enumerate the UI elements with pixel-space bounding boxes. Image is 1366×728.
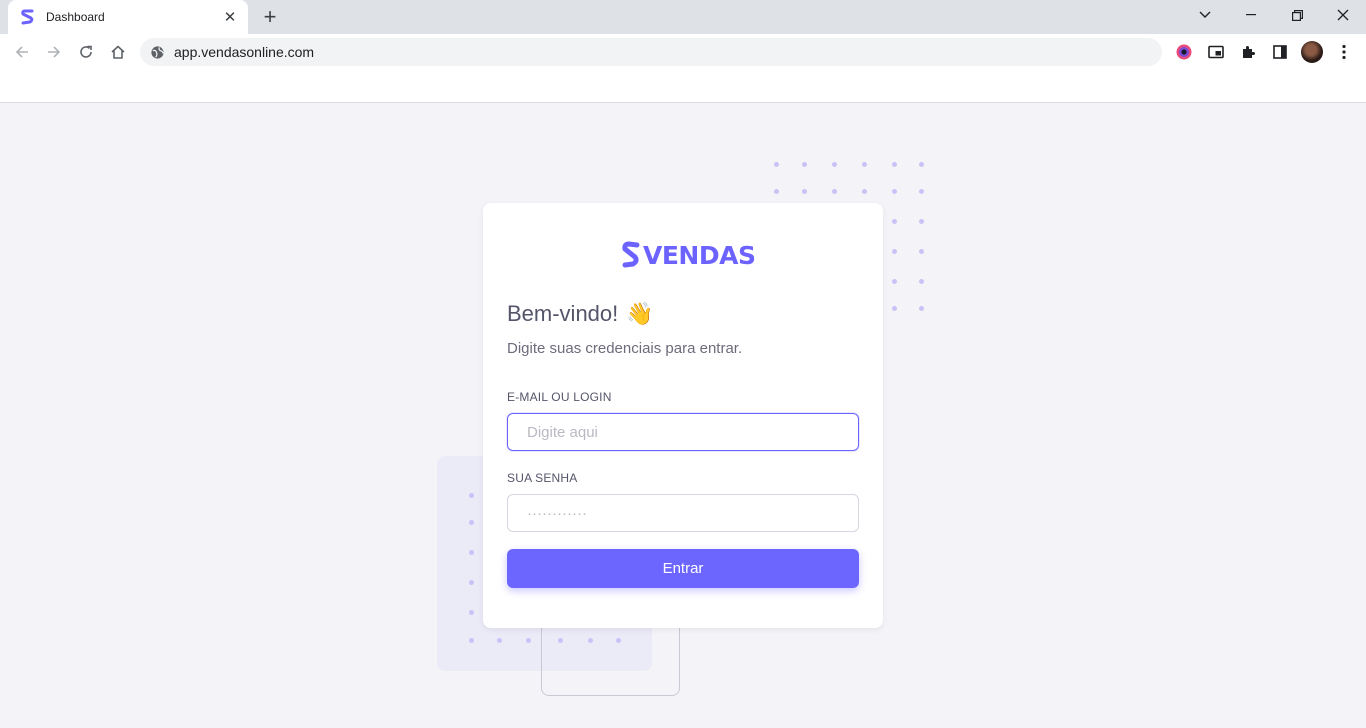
- decor-dot: [862, 189, 867, 194]
- decor-dot: [919, 219, 924, 224]
- decor-dot: [892, 279, 897, 284]
- tab-search-chevron-icon[interactable]: [1182, 0, 1228, 30]
- login-card: VENDAS Bem-vindo! 👋 Digite suas credenci…: [483, 203, 883, 628]
- reload-icon[interactable]: [73, 39, 99, 65]
- decor-dot: [616, 638, 621, 643]
- decor-dot: [832, 189, 837, 194]
- back-icon[interactable]: [9, 39, 35, 65]
- picture-in-picture-icon[interactable]: [1204, 40, 1228, 64]
- decor-dot: [892, 306, 897, 311]
- waving-hand-icon: 👋: [626, 301, 654, 326]
- decor-dot: [774, 162, 779, 167]
- profile-avatar[interactable]: [1301, 41, 1323, 63]
- extensions-puzzle-icon[interactable]: [1236, 40, 1260, 64]
- browser-menu-icon[interactable]: [1332, 40, 1356, 64]
- browser-toolbar: app.vendasonline.com: [0, 34, 1366, 70]
- password-input[interactable]: [507, 494, 859, 532]
- decor-dot: [892, 189, 897, 194]
- site-info-globe-icon[interactable]: [150, 45, 165, 60]
- vendas-favicon-icon: [20, 9, 36, 25]
- tab-title: Dashboard: [46, 10, 105, 24]
- browser-tab-dashboard[interactable]: Dashboard ✕: [8, 0, 248, 34]
- decor-dot: [469, 580, 474, 585]
- decor-dot: [892, 219, 897, 224]
- decor-dot: [526, 638, 531, 643]
- decor-dot: [469, 520, 474, 525]
- dollar-logo-icon: [622, 240, 640, 270]
- minimize-icon[interactable]: [1228, 0, 1274, 30]
- decor-dot: [774, 189, 779, 194]
- url-text: app.vendasonline.com: [174, 44, 315, 60]
- password-label: SUA SENHA: [507, 471, 578, 485]
- color-extension-icon[interactable]: [1172, 40, 1196, 64]
- decor-dot: [558, 638, 563, 643]
- decor-dot: [802, 162, 807, 167]
- brand-logo-text: VENDAS: [643, 240, 756, 270]
- decor-dot: [919, 249, 924, 254]
- decor-dot: [469, 493, 474, 498]
- login-submit-button[interactable]: Entrar: [507, 549, 859, 588]
- decor-dot: [802, 189, 807, 194]
- decor-dot: [588, 638, 593, 643]
- decor-dot: [862, 162, 867, 167]
- welcome-text: Bem-vindo!: [507, 301, 619, 326]
- welcome-heading: Bem-vindo! 👋: [507, 301, 654, 327]
- address-bar[interactable]: app.vendasonline.com: [140, 38, 1162, 66]
- decor-dot: [919, 306, 924, 311]
- decor-dot: [469, 550, 474, 555]
- decor-dot: [497, 638, 502, 643]
- decor-dot: [892, 249, 897, 254]
- brand-logo: VENDAS: [622, 240, 756, 270]
- email-label: E-MAIL OU LOGIN: [507, 390, 612, 404]
- decor-dot: [919, 162, 924, 167]
- restore-icon[interactable]: [1274, 0, 1320, 30]
- bookmark-bar-area: [0, 70, 1366, 103]
- decor-dot: [469, 610, 474, 615]
- decor-dot: [832, 162, 837, 167]
- new-tab-icon[interactable]: +: [258, 5, 282, 29]
- email-input[interactable]: [507, 413, 859, 451]
- browser-tabstrip: Dashboard ✕ +: [0, 0, 1366, 34]
- home-icon[interactable]: [105, 39, 131, 65]
- decor-dot: [892, 162, 897, 167]
- login-subtitle: Digite suas credenciais para entrar.: [507, 340, 743, 357]
- decor-dot: [919, 189, 924, 194]
- tab-close-icon[interactable]: ✕: [222, 9, 238, 26]
- decor-dot: [469, 638, 474, 643]
- decor-dot: [919, 279, 924, 284]
- login-page: VENDAS Bem-vindo! 👋 Digite suas credenci…: [0, 103, 1366, 728]
- side-panel-icon[interactable]: [1268, 40, 1292, 64]
- close-window-icon[interactable]: [1320, 0, 1366, 30]
- forward-icon[interactable]: [41, 39, 67, 65]
